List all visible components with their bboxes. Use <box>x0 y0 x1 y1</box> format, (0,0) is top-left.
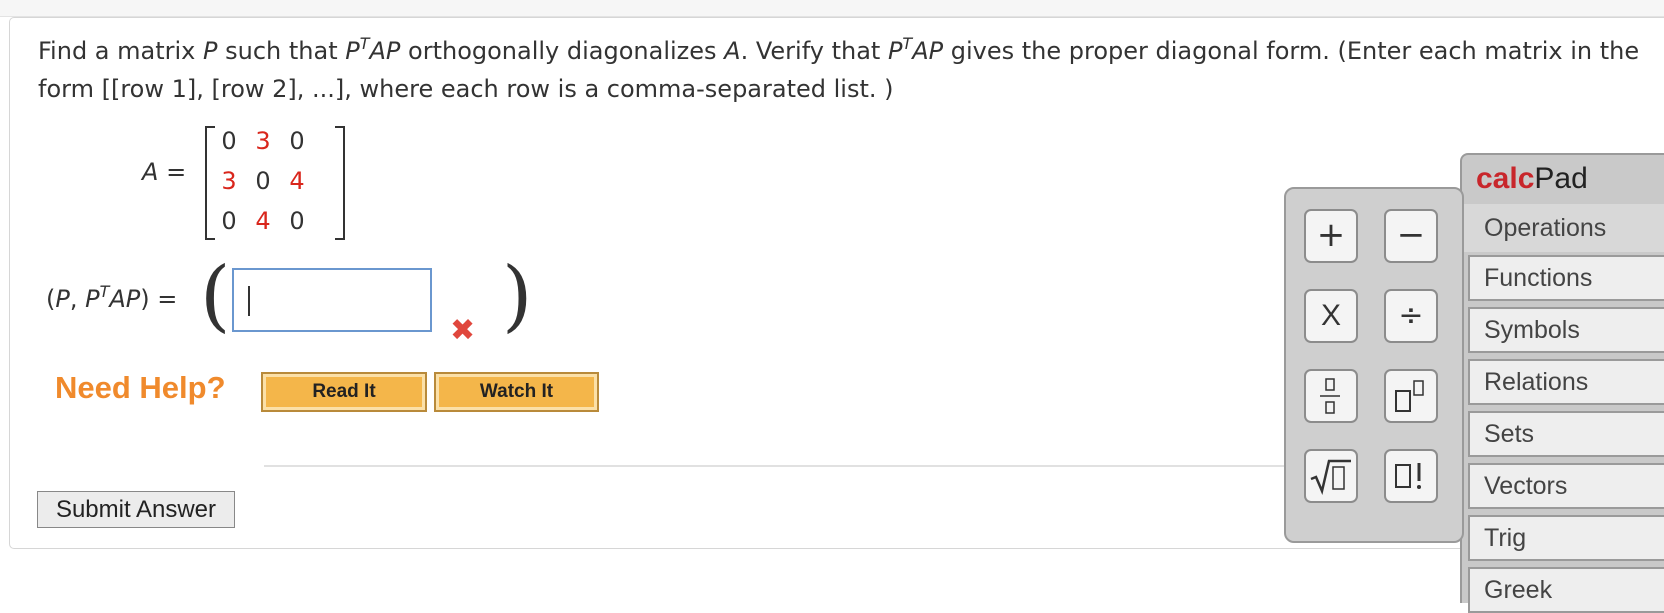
minus-button[interactable]: − <box>1384 209 1438 263</box>
multiply-button[interactable]: X <box>1304 289 1358 343</box>
matrix-cell: 0 <box>221 127 237 155</box>
matrix-cell: 0 <box>255 167 271 195</box>
incorrect-icon: ✖ <box>450 313 476 348</box>
matrix-cell: 3 <box>255 127 271 155</box>
divide-button[interactable]: ÷ <box>1384 289 1438 343</box>
plus-button[interactable]: + <box>1304 209 1358 263</box>
question-text: Find a matrix P such that PTAP orthogona… <box>38 34 1640 104</box>
tab-sets[interactable]: Sets <box>1468 411 1664 457</box>
sqrt-button[interactable] <box>1304 449 1358 503</box>
left-paren: ( <box>200 251 231 341</box>
tab-trig[interactable]: Trig <box>1468 515 1664 561</box>
left-bracket <box>205 126 215 240</box>
answer-input[interactable] <box>232 268 432 332</box>
right-paren: ) <box>502 251 533 341</box>
right-bracket <box>335 126 345 240</box>
exponent-icon <box>1395 380 1424 412</box>
matrix-cell: 3 <box>221 167 237 195</box>
tab-functions[interactable]: Functions <box>1468 255 1664 301</box>
factorial-button[interactable] <box>1384 449 1438 503</box>
fraction-icon <box>1320 378 1340 414</box>
exponent-button[interactable] <box>1384 369 1438 423</box>
factorial-icon <box>1395 463 1421 489</box>
text-caret <box>248 286 250 316</box>
fraction-button[interactable] <box>1304 369 1358 423</box>
tab-greek[interactable]: Greek <box>1468 567 1664 613</box>
calcpad-keypad: + − X ÷ <box>1284 187 1464 543</box>
matrix-cell: 0 <box>221 207 237 235</box>
read-it-button[interactable]: Read It <box>261 372 427 412</box>
matrix-cell: 4 <box>255 207 271 235</box>
matrix-cell: 0 <box>289 127 305 155</box>
tab-operations[interactable]: Operations <box>1462 204 1664 252</box>
matrix-cell: 0 <box>289 207 305 235</box>
tab-relations[interactable]: Relations <box>1468 359 1664 405</box>
matrix-cell: 4 <box>289 167 305 195</box>
matrix-a-label: A = <box>142 158 187 186</box>
tab-symbols[interactable]: Symbols <box>1468 307 1664 353</box>
matrix-a: 0 3 0 3 0 4 0 4 0 <box>205 126 345 240</box>
calcpad-title: calcPad <box>1476 162 1588 195</box>
submit-answer-button[interactable]: Submit Answer <box>37 491 235 528</box>
top-bar <box>0 0 1664 17</box>
sqrt-icon <box>1310 459 1351 495</box>
need-help-label: Need Help? <box>55 370 226 405</box>
answer-label: (P, PTAP) = <box>46 282 178 314</box>
watch-it-button[interactable]: Watch It <box>434 372 599 412</box>
tab-vectors[interactable]: Vectors <box>1468 463 1664 509</box>
